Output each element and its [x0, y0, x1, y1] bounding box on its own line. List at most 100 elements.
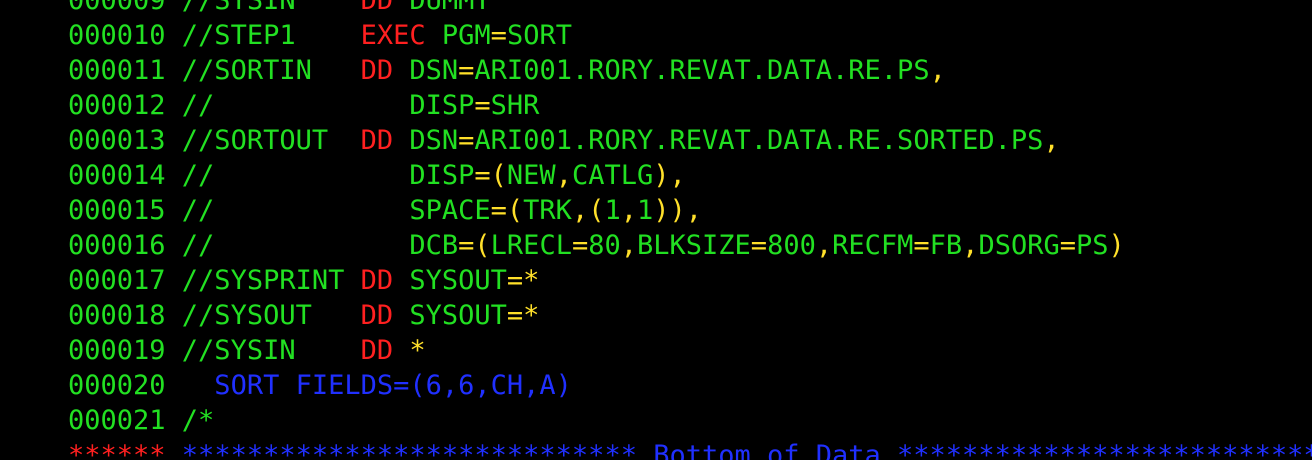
line-text: 1 — [604, 195, 621, 226]
line-text: NEW — [506, 160, 556, 191]
line-text: //SYSIN — [181, 0, 361, 16]
line-number[interactable]: 000020 — [68, 370, 182, 401]
line-text: BLKSIZE — [637, 230, 751, 261]
line-text: DD — [360, 0, 394, 16]
line-text: DUMMY — [393, 0, 491, 16]
line-number[interactable]: 000013 — [68, 125, 182, 156]
editor-line[interactable]: 000020 SORT FIELDS=(6,6,CH,A) — [68, 368, 1312, 403]
editor-line[interactable]: ****** **************************** Bott… — [68, 438, 1312, 460]
editor-line[interactable]: 000017 //SYSPRINT DD SYSOUT=* — [68, 263, 1312, 298]
line-text: = — [913, 230, 930, 261]
line-text: DD — [360, 55, 394, 86]
line-text: 1 — [637, 195, 654, 226]
line-text: , — [815, 230, 833, 261]
line-number[interactable]: 000009 — [68, 0, 182, 16]
line-text: SHR — [490, 90, 540, 121]
editor-line[interactable]: 000018 //SYSOUT DD SYSOUT=* — [68, 298, 1312, 333]
line-text: DD — [360, 265, 394, 296]
line-text: DSN — [393, 55, 459, 86]
line-text: SPACE — [409, 195, 491, 226]
line-text: LRECL — [490, 230, 572, 261]
editor-line[interactable]: 000013 //SORTOUT DD DSN=ARI001.RORY.REVA… — [68, 123, 1312, 158]
editor-line[interactable]: 000016 // DCB=(LRECL=80,BLKSIZE=800,RECF… — [68, 228, 1312, 263]
line-number[interactable]: 000011 — [68, 55, 182, 86]
line-number[interactable]: 000019 — [68, 335, 182, 366]
line-text: PGM — [425, 20, 491, 51]
line-text: = — [490, 20, 507, 51]
ispf-editor-screen: 000009 //SYSIN DD DUMMY 000010 //STEP1 EX… — [0, 0, 1312, 460]
line-text: =* — [506, 300, 540, 331]
editor-line[interactable]: 000019 //SYSIN DD * — [68, 333, 1312, 368]
line-text: ,( — [571, 195, 605, 226]
line-number[interactable]: 000012 — [68, 90, 182, 121]
line-text: ), — [653, 160, 686, 191]
line-number[interactable]: 000015 — [68, 195, 182, 226]
line-text: =( — [474, 160, 507, 191]
line-text: 80 — [588, 230, 621, 261]
editor-line[interactable]: 000009 //SYSIN DD DUMMY — [68, 0, 1312, 18]
line-number[interactable]: 000010 — [68, 20, 182, 51]
editor-line[interactable]: 000015 // SPACE=(TRK,(1,1)), — [68, 193, 1312, 228]
line-text: /* — [181, 405, 215, 436]
line-text: // — [181, 90, 410, 121]
line-text: //SYSIN — [181, 335, 361, 366]
line-text: SORT — [506, 20, 572, 51]
line-text: , — [1043, 125, 1060, 156]
line-number[interactable]: 000016 — [68, 230, 182, 261]
line-number[interactable]: 000021 — [68, 405, 182, 436]
line-text: DSORG — [978, 230, 1060, 261]
line-text: FB — [929, 230, 963, 261]
line-text: , — [620, 230, 637, 261]
line-text: EXEC — [360, 20, 426, 51]
line-text: DSN — [393, 125, 459, 156]
editor-line[interactable]: 000021 /* — [68, 403, 1312, 438]
line-text: = — [1059, 230, 1076, 261]
line-text: = — [750, 230, 768, 261]
line-text: DD — [360, 335, 394, 366]
line-number[interactable]: 000017 — [68, 265, 182, 296]
line-text: // — [181, 195, 410, 226]
line-text: DD — [360, 300, 394, 331]
line-text: RECFM — [832, 230, 914, 261]
line-text: ARI001.RORY.REVAT.DATA.RE.SORTED.PS — [474, 125, 1044, 156]
editor-line[interactable]: 000010 //STEP1 EXEC PGM=SORT — [68, 18, 1312, 53]
line-text: //SYSOUT — [181, 300, 361, 331]
line-text: CATLG — [571, 160, 654, 191]
editor-line[interactable]: 000012 // DISP=SHR — [68, 88, 1312, 123]
line-text: DISP — [409, 160, 475, 191]
line-text: = — [458, 55, 475, 86]
line-text: //SYSPRINT — [181, 265, 361, 296]
line-text: =( — [490, 195, 524, 226]
line-text: ARI001.RORY.REVAT.DATA.RE.PS — [474, 55, 930, 86]
line-text: =( — [458, 230, 491, 261]
line-text: SYSOUT — [393, 265, 507, 296]
line-text: 800 — [767, 230, 816, 261]
line-text: // — [181, 230, 410, 261]
line-text: //SORTIN — [181, 55, 361, 86]
line-text: = — [474, 90, 491, 121]
editor-line[interactable]: 000014 // DISP=(NEW,CATLG), — [68, 158, 1312, 193]
line-text: **************************** Bottom of D… — [165, 440, 1312, 460]
editor-line[interactable]: 000011 //SORTIN DD DSN=ARI001.RORY.REVAT… — [68, 53, 1312, 88]
line-text: TRK — [523, 195, 572, 226]
line-text: DCB — [409, 230, 459, 261]
line-text: DD — [360, 125, 394, 156]
line-text: ) — [1108, 230, 1125, 261]
line-text: )), — [653, 195, 703, 226]
editor-lines: 000009 //SYSIN DD DUMMY 000010 //STEP1 EX… — [68, 0, 1312, 460]
line-text: =* — [506, 265, 540, 296]
line-number[interactable]: 000018 — [68, 300, 182, 331]
line-number[interactable]: ****** — [68, 440, 166, 460]
line-text: , — [555, 160, 572, 191]
line-text: SYSOUT — [393, 300, 507, 331]
line-text: = — [458, 125, 475, 156]
line-text: = — [571, 230, 589, 261]
line-number[interactable]: 000014 — [68, 160, 182, 191]
line-text: , — [929, 55, 946, 86]
line-text: * — [393, 335, 426, 366]
line-text: //SORTOUT — [181, 125, 361, 156]
line-text: , — [620, 195, 637, 226]
line-text: SORT FIELDS=(6,6,CH,A) — [181, 370, 572, 401]
line-text: DISP — [409, 90, 475, 121]
line-text: //STEP1 — [181, 20, 361, 51]
